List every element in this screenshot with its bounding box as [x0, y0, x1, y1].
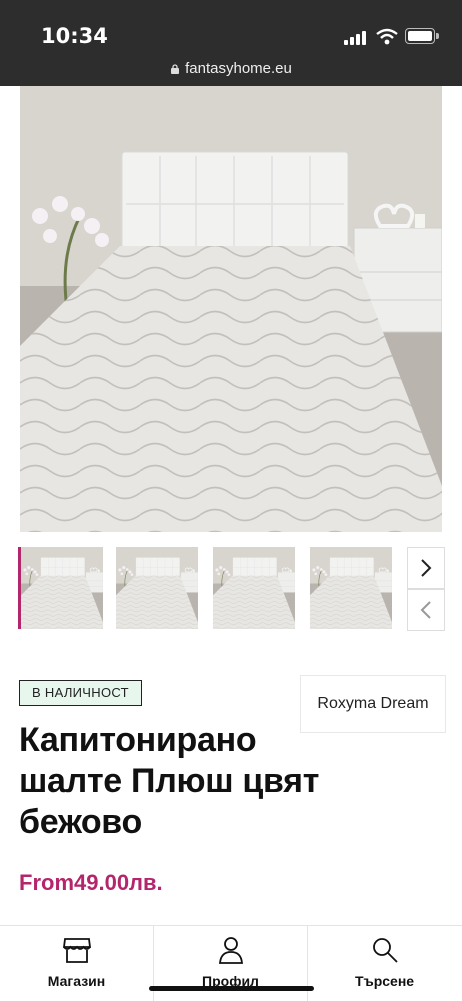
- thumbnail-1[interactable]: [18, 547, 103, 629]
- thumbnail-3[interactable]: [213, 547, 295, 629]
- search-icon: [372, 938, 398, 963]
- cellular-signal-icon: [344, 31, 368, 45]
- nav-shop-label: Магазин: [47, 973, 106, 989]
- stock-status-badge: В НАЛИЧНОСТ: [19, 680, 142, 706]
- product-price: From49.00лв.: [19, 870, 163, 895]
- battery-icon: [405, 28, 439, 44]
- url-text: fantasyhome.eu: [185, 60, 292, 77]
- nav-search[interactable]: Търсене: [308, 926, 461, 1001]
- product-main-image[interactable]: [20, 86, 442, 532]
- browser-chrome: 10:34 fantasyhome.eu: [0, 0, 462, 86]
- status-time: 10:34: [41, 24, 108, 48]
- home-indicator: [149, 986, 314, 991]
- store-icon: [62, 938, 91, 963]
- address-bar[interactable]: fantasyhome.eu: [0, 60, 462, 77]
- user-icon: [218, 937, 243, 964]
- next-thumbnail-button[interactable]: [407, 547, 445, 589]
- chevron-right-icon: [421, 559, 432, 577]
- prev-thumbnail-button[interactable]: [407, 589, 445, 631]
- product-title: Капитонирано шалте Плюш цвят бежово: [19, 721, 320, 841]
- wifi-icon: [376, 28, 398, 45]
- nav-shop[interactable]: Магазин: [0, 926, 153, 1001]
- chevron-left-icon: [420, 601, 431, 619]
- thumbnail-4[interactable]: [310, 547, 392, 629]
- nav-search-label: Търсене: [354, 973, 415, 989]
- thumbnail-2[interactable]: [116, 547, 198, 629]
- lock-icon: [171, 64, 180, 74]
- thumbnail-strip: [18, 545, 462, 631]
